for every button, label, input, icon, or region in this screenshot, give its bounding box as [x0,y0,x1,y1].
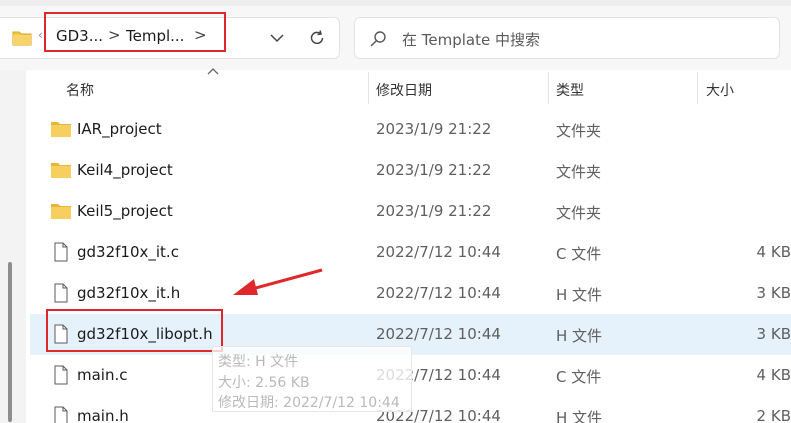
list-item[interactable]: Keil4_project 2023/1/9 21:22 文件夹 [30,150,791,191]
file-type: 文件夹 [556,163,602,181]
file-name: main.c [77,366,128,384]
file-info-tooltip: 类型: H 文件 大小: 2.56 KB 修改日期: 2022/7/12 10:… [212,346,412,412]
file-icon [54,283,68,303]
file-size: 3 KB [756,284,791,302]
file-date: 2023/1/9 21:22 [376,161,492,179]
folder-icon [51,163,71,178]
file-name: Keil4_project [77,161,173,179]
folder-icon [51,122,71,137]
file-name: Keil5_project [77,202,173,220]
tooltip-date: 修改日期: 2022/7/12 10:44 [218,395,400,411]
column-header-type-label: 类型 [556,83,584,99]
refresh-icon [310,30,324,45]
navigation-pane[interactable] [0,70,26,423]
column-header-size-label: 大小 [706,83,734,99]
file-icon [54,365,68,385]
list-item[interactable]: gd32f10x_it.c 2022/7/12 10:44 C 文件 4 KB [30,232,791,273]
file-size: 4 KB [756,366,791,384]
file-icon [54,242,68,262]
file-date: 2022/7/12 10:44 [376,243,501,261]
annotation-arrow-icon [233,268,323,295]
file-size: 3 KB [756,325,791,343]
column-header-name-label: 名称 [66,83,94,99]
file-date: 2022/7/12 10:44 [376,284,501,302]
file-date: 2023/1/9 21:22 [376,120,492,138]
tooltip-size: 大小: 2.56 KB [218,375,310,391]
navigation-scrollbar[interactable] [8,262,12,422]
column-header-date-label: 修改日期 [376,83,432,99]
column-header-type[interactable]: 类型 [549,70,697,106]
file-type: C 文件 [556,368,602,386]
title-bar-edge [0,0,791,6]
search-icon [370,31,386,47]
file-type: 文件夹 [556,122,602,140]
file-icon [54,406,68,423]
file-name: gd32f10x_it.c [77,243,179,261]
file-type: H 文件 [556,286,603,304]
list-item[interactable]: IAR_project 2023/1/9 21:22 文件夹 [30,109,791,150]
file-type: H 文件 [556,409,603,423]
chevron-down-icon [270,34,284,43]
file-date: 2023/1/9 21:22 [376,202,492,220]
folder-icon [51,204,71,219]
tooltip-type: 类型: H 文件 [218,354,299,370]
folder-icon [12,31,32,46]
breadcrumb-overflow-chevron[interactable]: ‹ [38,28,43,42]
breadcrumb-highlight-box [44,12,226,52]
file-type: H 文件 [556,327,603,345]
file-name: IAR_project [77,120,162,138]
file-size: 4 KB [756,243,791,261]
file-name: main.h [77,407,129,423]
file-date: 2022/7/12 10:44 [376,325,501,343]
file-type: C 文件 [556,245,602,263]
column-header-size[interactable]: 大小 [698,70,791,106]
file-type: 文件夹 [556,204,602,222]
list-item[interactable]: gd32f10x_it.h 2022/7/12 10:44 H 文件 3 KB [30,273,791,314]
history-dropdown-button[interactable] [262,24,292,52]
file-name: gd32f10x_it.h [77,284,181,302]
column-header-date[interactable]: 修改日期 [369,70,549,106]
file-highlight-box [46,309,223,352]
search-input[interactable]: 在 Template 中搜索 [402,29,540,50]
list-item[interactable]: Keil5_project 2023/1/9 21:22 文件夹 [30,191,791,232]
refresh-button[interactable] [302,24,332,52]
column-header-name[interactable]: 名称 [30,70,368,106]
file-size: 2 KB [756,407,791,423]
